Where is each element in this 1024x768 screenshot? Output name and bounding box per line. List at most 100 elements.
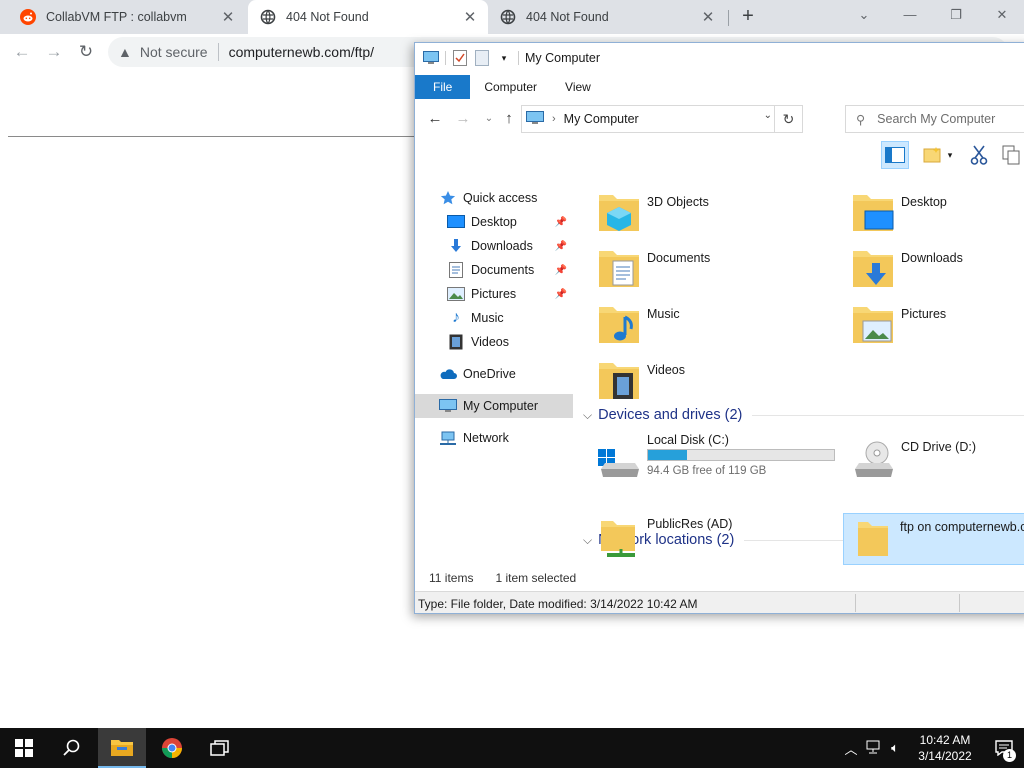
reload-icon[interactable]: ↻ bbox=[74, 40, 98, 64]
close-tab-icon[interactable]: ✕ bbox=[462, 8, 478, 26]
nav-item-quick-access[interactable]: Quick access bbox=[415, 186, 573, 210]
nav-item-downloads[interactable]: Downloads 📌 bbox=[415, 234, 573, 258]
nav-item-onedrive[interactable]: OneDrive bbox=[415, 362, 573, 386]
folder-label: Downloads bbox=[901, 251, 963, 265]
computer-icon bbox=[423, 50, 439, 66]
tab-title: 404 Not Found bbox=[526, 10, 609, 24]
browser-tab-404[interactable]: 404 Not Found ✕ bbox=[488, 0, 726, 34]
start-button[interactable] bbox=[0, 728, 48, 768]
group-divider bbox=[752, 414, 1024, 416]
nav-label: OneDrive bbox=[463, 367, 516, 381]
recent-locations-icon[interactable]: ⌄ bbox=[479, 109, 499, 129]
music-note-icon: ♪ bbox=[452, 309, 460, 326]
nav-item-desktop[interactable]: Desktop 📌 bbox=[415, 210, 573, 234]
search-input[interactable]: ⚲ Search My Computer bbox=[845, 105, 1024, 133]
pictures-folder-icon bbox=[851, 299, 895, 345]
browser-tab-404-active[interactable]: 404 Not Found ✕ bbox=[248, 0, 488, 34]
volume-icon[interactable]: 🔈︎ bbox=[884, 740, 906, 756]
taskbar-chrome[interactable] bbox=[148, 728, 196, 768]
explorer-status-bar: 11 items 1 item selected bbox=[415, 567, 1024, 589]
folder-label: 3D Objects bbox=[647, 195, 709, 209]
tab-title: CollabVM FTP : collabvm bbox=[46, 10, 187, 24]
task-view-button[interactable] bbox=[196, 728, 244, 768]
url-text[interactable]: computernewb.com/ftp/ bbox=[229, 44, 375, 60]
warning-icon[interactable]: ▲ bbox=[118, 44, 132, 60]
folder-documents[interactable]: Documents bbox=[579, 237, 833, 291]
pin-icon[interactable]: 📌 bbox=[555, 265, 567, 276]
preview-pane-icon[interactable] bbox=[881, 141, 909, 169]
close-tab-icon[interactable]: ✕ bbox=[700, 8, 716, 26]
qat-dropdown-icon[interactable]: ▾ bbox=[496, 50, 512, 66]
network-location-ftp[interactable]: ftp on computernewb.c bbox=[843, 513, 1024, 565]
tab-computer[interactable]: Computer bbox=[470, 75, 551, 99]
pin-icon[interactable]: 📌 bbox=[555, 241, 567, 252]
back-arrow-icon[interactable]: ← bbox=[425, 109, 445, 129]
folder-videos[interactable]: Videos bbox=[579, 349, 833, 403]
group-header-devices[interactable]: ⌵ Devices and drives (2) bbox=[579, 404, 1024, 426]
restore-button[interactable]: ❐ bbox=[944, 4, 968, 26]
folder-music[interactable]: Music bbox=[579, 293, 833, 347]
drive-label: CD Drive (D:) bbox=[901, 440, 976, 454]
network-location-publicres[interactable]: PublicRes (AD) bbox=[579, 509, 833, 565]
new-folder-icon[interactable] bbox=[474, 50, 490, 66]
copy-icon[interactable] bbox=[997, 141, 1024, 169]
explorer-address-box[interactable]: › My Computer ⌄ ↻ bbox=[521, 105, 803, 133]
desktop-folder-icon bbox=[851, 187, 895, 233]
chevron-down-icon[interactable]: ⌄ bbox=[852, 4, 876, 26]
notification-center-button[interactable]: 1 bbox=[984, 728, 1024, 768]
forward-arrow-icon[interactable]: → bbox=[42, 40, 66, 64]
folder-3d-objects[interactable]: 3D Objects bbox=[579, 181, 833, 235]
back-arrow-icon[interactable]: ← bbox=[10, 40, 34, 64]
computer-icon bbox=[526, 110, 544, 128]
nav-item-my-computer[interactable]: My Computer bbox=[415, 394, 573, 418]
3d-objects-folder-icon bbox=[597, 187, 641, 233]
minimize-button[interactable]: — bbox=[898, 4, 922, 26]
nav-item-pictures[interactable]: Pictures 📌 bbox=[415, 282, 573, 306]
chrome-icon bbox=[161, 738, 183, 759]
search-button[interactable] bbox=[48, 728, 96, 768]
nav-item-music[interactable]: ♪ Music bbox=[415, 306, 573, 330]
forward-arrow-icon[interactable]: → bbox=[453, 109, 473, 129]
drive-cd-d[interactable]: CD Drive (D:) bbox=[833, 429, 1024, 493]
new-tab-button[interactable]: + bbox=[736, 4, 760, 28]
breadcrumb-chevron-icon[interactable]: › bbox=[552, 113, 556, 125]
globe-icon bbox=[260, 9, 276, 25]
pin-icon[interactable]: 📌 bbox=[555, 289, 567, 300]
drive-free-space: 94.4 GB free of 119 GB bbox=[647, 465, 767, 477]
drive-label: Local Disk (C:) bbox=[647, 433, 729, 447]
folder-pictures[interactable]: Pictures bbox=[833, 293, 1024, 347]
close-tab-icon[interactable]: ✕ bbox=[220, 8, 236, 26]
reddit-icon bbox=[20, 9, 36, 25]
chevron-up-icon[interactable]: ︿ bbox=[840, 739, 862, 758]
folder-label: Videos bbox=[647, 363, 685, 377]
folder-desktop[interactable]: Desktop bbox=[833, 181, 1024, 235]
properties-icon[interactable] bbox=[452, 50, 468, 66]
tab-file[interactable]: File bbox=[415, 75, 471, 99]
tab-view[interactable]: View bbox=[551, 75, 605, 99]
browser-tab-collabvm[interactable]: CollabVM FTP : collabvm ✕ bbox=[8, 0, 246, 34]
folder-downloads[interactable]: Downloads bbox=[833, 237, 1024, 291]
chevron-down-icon[interactable]: ⌵ bbox=[583, 408, 592, 423]
refresh-icon[interactable]: ↻ bbox=[774, 106, 802, 132]
cut-icon[interactable] bbox=[965, 141, 993, 169]
command-bar: ▾ bbox=[415, 139, 1024, 171]
nav-item-network[interactable]: Network bbox=[415, 426, 573, 450]
clock[interactable]: 10:42 AM 3/14/2022 bbox=[906, 732, 984, 764]
nav-label: Pictures bbox=[471, 287, 517, 301]
breadcrumb-my-computer[interactable]: My Computer bbox=[564, 112, 639, 126]
network-icon[interactable] bbox=[862, 740, 884, 757]
up-arrow-icon[interactable]: ↑ bbox=[499, 109, 519, 129]
window-title: My Computer bbox=[525, 51, 601, 65]
security-label[interactable]: Not secure bbox=[140, 44, 208, 60]
pictures-icon bbox=[447, 286, 465, 302]
nav-item-documents[interactable]: Documents 📌 bbox=[415, 258, 573, 282]
pin-icon[interactable]: 📌 bbox=[555, 217, 567, 228]
item-count: 11 items bbox=[429, 571, 474, 585]
chevron-down-icon[interactable]: ▾ bbox=[943, 141, 957, 169]
drive-local-disk-c[interactable]: Local Disk (C:) 94.4 GB free of 119 GB bbox=[579, 429, 835, 493]
chevron-down-icon[interactable]: ⌄ bbox=[764, 110, 772, 121]
taskbar-file-explorer[interactable] bbox=[98, 728, 146, 768]
close-window-button[interactable]: ✕ bbox=[990, 4, 1014, 26]
network-location-label: PublicRes (AD) bbox=[647, 517, 733, 531]
nav-item-videos[interactable]: Videos bbox=[415, 330, 573, 354]
